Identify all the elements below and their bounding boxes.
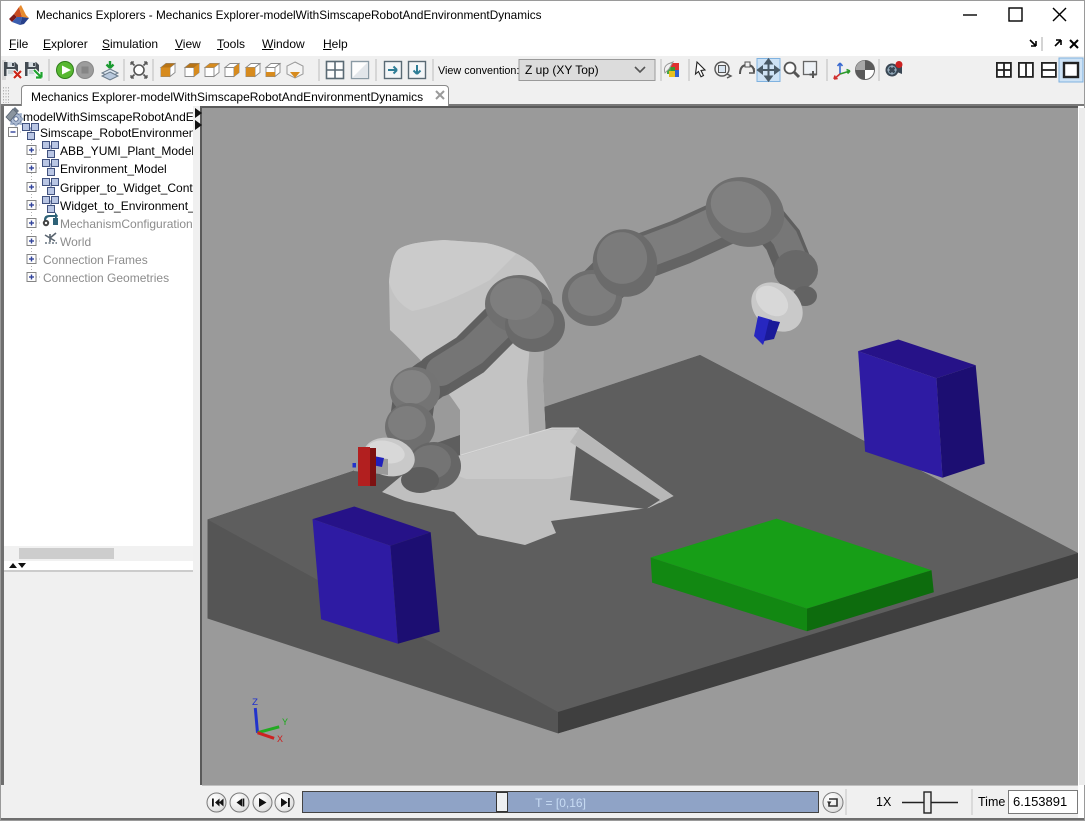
svg-text:X: X <box>277 735 283 746</box>
svg-text:Y: Y <box>282 718 288 729</box>
svg-text:Z: Z <box>252 698 258 709</box>
svg-text:View convention:: View convention: <box>438 65 519 77</box>
svg-text:Z up (XY Top): Z up (XY Top) <box>525 63 599 77</box>
